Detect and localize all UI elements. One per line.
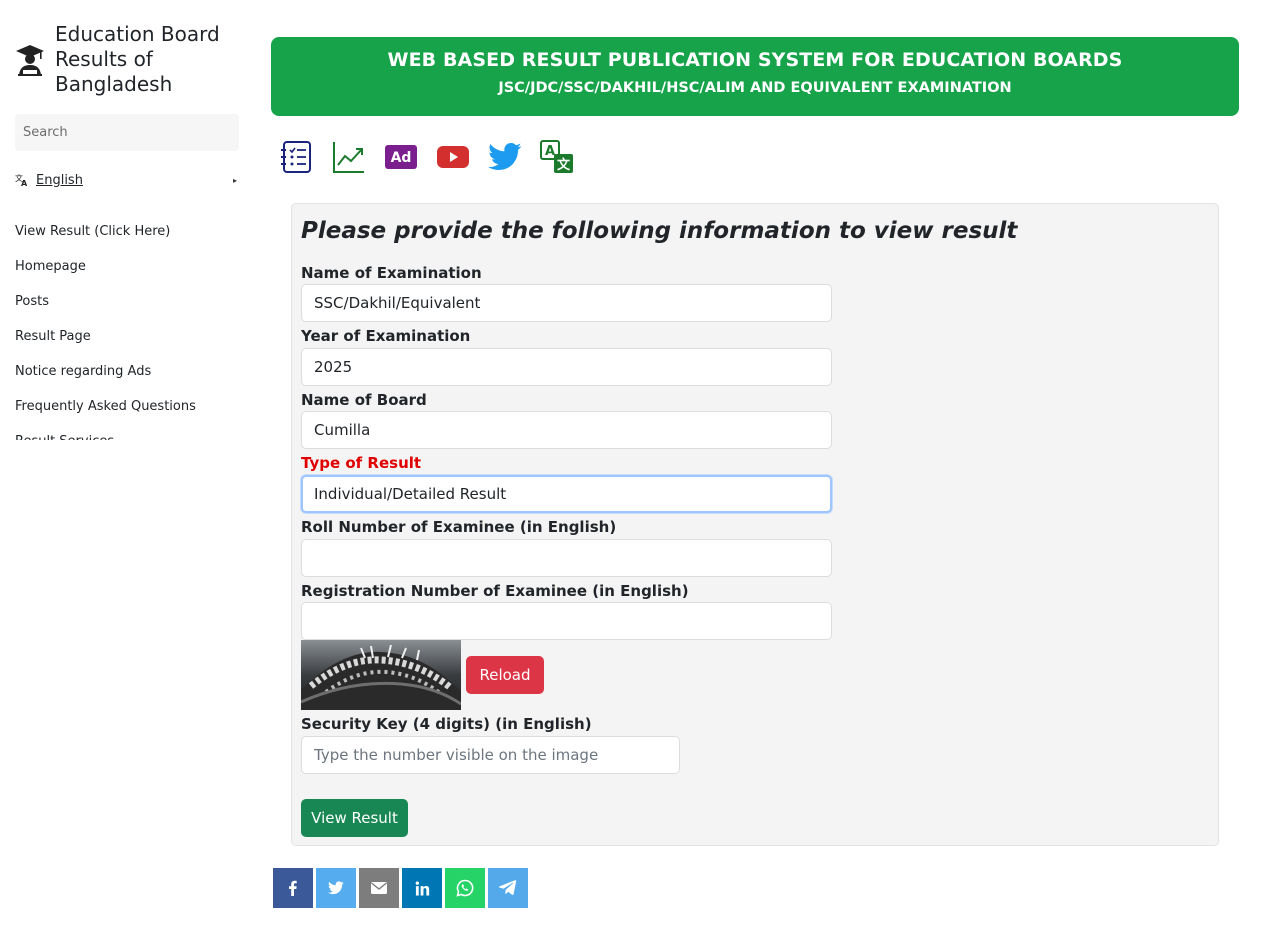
year-label: Year of Examination xyxy=(301,327,471,345)
svg-text:文: 文 xyxy=(557,157,571,173)
svg-text:A: A xyxy=(21,179,28,187)
exam-label: Name of Examination xyxy=(301,264,482,282)
board-select[interactable]: Cumilla xyxy=(301,411,832,449)
sidebar-nav: View Result (Click Here) Homepage Posts … xyxy=(15,222,245,440)
search-input[interactable] xyxy=(15,114,239,151)
exam-select[interactable]: SSC/Dakhil/Equivalent xyxy=(301,284,832,322)
brand-title: Education Board Results of Bangladesh xyxy=(55,22,220,96)
twitter-icon xyxy=(328,881,344,895)
captcha-image xyxy=(301,640,461,710)
security-key-input[interactable] xyxy=(301,736,680,774)
result-type-label: Type of Result xyxy=(301,454,422,472)
ad-icon[interactable]: Ad xyxy=(384,139,418,175)
nav-item-view-result[interactable]: View Result (Click Here) xyxy=(15,222,245,257)
registration-label: Registration Number of Examinee (in Engl… xyxy=(301,582,689,600)
youtube-icon[interactable] xyxy=(436,139,470,175)
facebook-icon xyxy=(289,880,297,896)
translate-icon[interactable]: A 文 xyxy=(540,139,574,175)
email-icon xyxy=(371,882,387,894)
result-type-select[interactable]: Individual/Detailed Result xyxy=(301,475,832,513)
result-form-card: Please provide the following information… xyxy=(291,203,1219,846)
security-key-label: Security Key (4 digits) (in English) xyxy=(301,715,592,733)
year-select[interactable]: 2025 xyxy=(301,348,832,386)
roll-label: Roll Number of Examinee (in English) xyxy=(301,518,617,536)
language-selector[interactable]: 文 A English ▸ xyxy=(15,170,237,190)
reload-captcha-button[interactable]: Reload xyxy=(466,656,544,694)
header-subtitle: JSC/JDC/SSC/DAKHIL/HSC/ALIM AND EQUIVALE… xyxy=(498,80,1012,96)
graduate-logo-icon xyxy=(16,44,44,76)
board-label: Name of Board xyxy=(301,391,427,409)
share-linkedin-button[interactable] xyxy=(402,868,442,908)
nav-item-posts[interactable]: Posts xyxy=(15,292,245,327)
twitter-icon[interactable] xyxy=(488,139,522,175)
nav-item-homepage[interactable]: Homepage xyxy=(15,257,245,292)
linkedin-icon xyxy=(415,880,429,896)
icon-toolbar: Ad A 文 xyxy=(280,139,592,175)
nav-item-notice-ads[interactable]: Notice regarding Ads xyxy=(15,362,245,397)
nav-item-result-services[interactable]: Result Services xyxy=(15,432,245,440)
share-twitter-button[interactable] xyxy=(316,868,356,908)
share-email-button[interactable] xyxy=(359,868,399,908)
header-banner: WEB BASED RESULT PUBLICATION SYSTEM FOR … xyxy=(271,37,1239,116)
translate-label: A xyxy=(545,144,555,159)
header-title: WEB BASED RESULT PUBLICATION SYSTEM FOR … xyxy=(387,49,1123,71)
registration-input[interactable] xyxy=(301,602,832,640)
nav-item-faq[interactable]: Frequently Asked Questions xyxy=(15,397,245,432)
sidebar: Education Board Results of Bangladesh 文 … xyxy=(0,0,254,929)
caret-right-icon: ▸ xyxy=(232,175,237,185)
share-telegram-button[interactable] xyxy=(488,868,528,908)
share-whatsapp-button[interactable] xyxy=(445,868,485,908)
site-brand[interactable]: Education Board Results of Bangladesh xyxy=(15,22,245,97)
nav-item-result-page[interactable]: Result Page xyxy=(15,327,245,362)
list-icon[interactable] xyxy=(280,139,314,175)
view-result-button[interactable]: View Result xyxy=(301,799,408,837)
roll-input[interactable] xyxy=(301,539,832,577)
telegram-icon xyxy=(499,880,517,895)
share-bar xyxy=(273,868,531,908)
whatsapp-icon xyxy=(456,879,474,897)
trend-chart-icon[interactable] xyxy=(332,139,366,175)
translate-icon: 文 A xyxy=(15,173,28,187)
ad-label: Ad xyxy=(391,150,412,166)
share-facebook-button[interactable] xyxy=(273,868,313,908)
form-heading: Please provide the following information… xyxy=(301,218,1018,244)
language-label: English xyxy=(36,172,83,188)
